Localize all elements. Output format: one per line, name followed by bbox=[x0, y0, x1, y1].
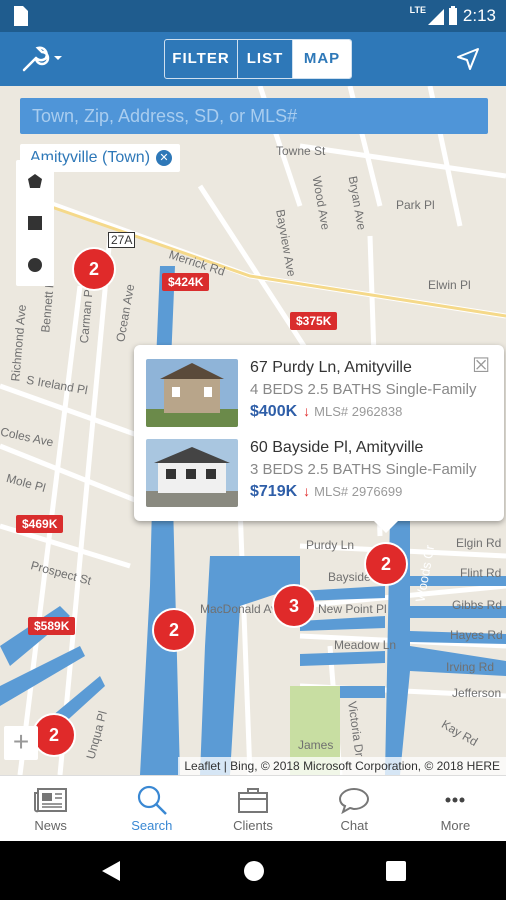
road-label: Elwin Pl bbox=[428, 278, 471, 292]
map-view[interactable]: Towne St Park Pl Elwin Pl Merrick Rd 27A… bbox=[0, 86, 506, 775]
more-icon bbox=[445, 797, 465, 803]
square-icon bbox=[28, 216, 42, 230]
listing-address: 60 Bayside Pl, Amityville bbox=[250, 439, 424, 456]
price-marker[interactable]: $469K bbox=[16, 515, 64, 533]
polygon-tool[interactable] bbox=[16, 160, 54, 202]
road-label: Meadow Ln bbox=[334, 638, 397, 652]
price-marker[interactable]: $424K bbox=[162, 273, 210, 291]
network-label: LTE bbox=[409, 5, 426, 15]
nav-search-label: Search bbox=[131, 818, 173, 833]
status-bar: LTE 2:13 bbox=[0, 0, 506, 32]
road-label: Hayes Rd bbox=[450, 628, 503, 642]
road-label: Purdy Ln bbox=[306, 538, 355, 552]
cluster-marker[interactable]: 2 bbox=[364, 542, 408, 586]
road-label: Park Pl bbox=[396, 198, 435, 212]
price-down-icon: ↓ bbox=[303, 403, 311, 419]
polygon-icon bbox=[28, 174, 42, 188]
nav-more[interactable]: More bbox=[405, 776, 506, 842]
nav-news[interactable]: News bbox=[0, 776, 101, 842]
battery-icon bbox=[449, 6, 457, 25]
listing-popup: ☒ 67 Purdy Ln, Amityville 4 BEDS 2.5 BAT… bbox=[134, 345, 504, 533]
app-bar: FILTER LIST MAP bbox=[0, 32, 506, 86]
road-label: Gibbs Rd bbox=[452, 598, 503, 612]
road-label: Elgin Rd bbox=[456, 536, 502, 550]
listing-price: $719K bbox=[250, 483, 298, 500]
listing-address: 67 Purdy Ln, Amityville bbox=[250, 359, 412, 376]
listing-details: 3 BEDS 2.5 BATHS Single-Family bbox=[250, 461, 477, 478]
zoom-in-button[interactable]: + bbox=[4, 726, 38, 760]
search-input[interactable]: Town, Zip, Address, SD, or MLS# bbox=[20, 98, 488, 134]
tab-list[interactable]: LIST bbox=[238, 40, 293, 78]
road-label: Jefferson bbox=[452, 686, 502, 700]
nav-clients-label: Clients bbox=[233, 818, 273, 833]
circle-icon bbox=[28, 258, 42, 272]
news-icon bbox=[33, 788, 67, 813]
listing-price-row: $400K ↓ MLS# 2962838 bbox=[250, 403, 402, 421]
cluster-marker[interactable]: 2 bbox=[72, 247, 116, 291]
draw-tools bbox=[16, 160, 54, 286]
view-switcher: FILTER LIST MAP bbox=[164, 39, 352, 79]
listing-item[interactable]: 60 Bayside Pl, Amityville 3 BEDS 2.5 BAT… bbox=[146, 439, 496, 507]
nav-clients[interactable]: Clients bbox=[202, 776, 303, 842]
road-label: Flint Rd bbox=[460, 566, 502, 580]
nav-news-label: News bbox=[34, 818, 67, 833]
road-label: James bbox=[298, 738, 334, 752]
listing-price: $400K bbox=[250, 403, 298, 420]
search-icon bbox=[137, 785, 167, 815]
price-marker[interactable]: $375K bbox=[290, 312, 338, 330]
listing-photo bbox=[146, 439, 238, 507]
recents-icon[interactable] bbox=[386, 861, 406, 881]
back-icon[interactable] bbox=[100, 859, 122, 883]
road-label: Towne St bbox=[276, 144, 326, 158]
listing-item[interactable]: 67 Purdy Ln, Amityville 4 BEDS 2.5 BATHS… bbox=[146, 359, 496, 427]
listing-mls: MLS# 2976699 bbox=[314, 484, 403, 499]
listing-details: 4 BEDS 2.5 BATHS Single-Family bbox=[250, 381, 477, 398]
clock: 2:13 bbox=[462, 6, 496, 25]
signal-icon bbox=[428, 9, 444, 25]
close-icon[interactable]: ✕ bbox=[156, 150, 173, 166]
bottom-nav: News Search Clients Chat More bbox=[0, 775, 506, 842]
briefcase-icon bbox=[238, 788, 268, 813]
route-shield: 27A bbox=[108, 232, 136, 248]
price-marker[interactable]: $589K bbox=[28, 617, 76, 635]
nav-search[interactable]: Search bbox=[101, 776, 202, 842]
home-icon[interactable] bbox=[242, 859, 266, 883]
cluster-marker[interactable]: 2 bbox=[152, 608, 196, 652]
sim-icon bbox=[14, 6, 28, 26]
price-down-icon: ↓ bbox=[303, 483, 311, 499]
nav-chat-label: Chat bbox=[340, 818, 368, 833]
cluster-marker[interactable]: 3 bbox=[272, 584, 316, 628]
tab-filter[interactable]: FILTER bbox=[165, 40, 238, 78]
circle-tool[interactable] bbox=[16, 244, 54, 286]
location-arrow-icon[interactable] bbox=[456, 47, 480, 71]
system-nav-bar bbox=[0, 841, 506, 900]
wrench-icon[interactable] bbox=[20, 44, 66, 74]
nav-chat[interactable]: Chat bbox=[304, 776, 405, 842]
listing-photo bbox=[146, 359, 238, 427]
rectangle-tool[interactable] bbox=[16, 202, 54, 244]
map-attribution: Leaflet | Bing, © 2018 Microsoft Corpora… bbox=[178, 757, 506, 775]
road-label: Bayside bbox=[328, 570, 371, 584]
listing-mls: MLS# 2962838 bbox=[314, 404, 403, 419]
road-label: Irving Rd bbox=[446, 660, 495, 674]
nav-more-label: More bbox=[440, 818, 471, 833]
tab-map[interactable]: MAP bbox=[293, 40, 351, 78]
cluster-marker[interactable]: 2 bbox=[32, 713, 76, 757]
listing-price-row: $719K ↓ MLS# 2976699 bbox=[250, 483, 402, 501]
chat-icon bbox=[339, 787, 370, 814]
road-label: New Point Pl bbox=[318, 602, 387, 616]
